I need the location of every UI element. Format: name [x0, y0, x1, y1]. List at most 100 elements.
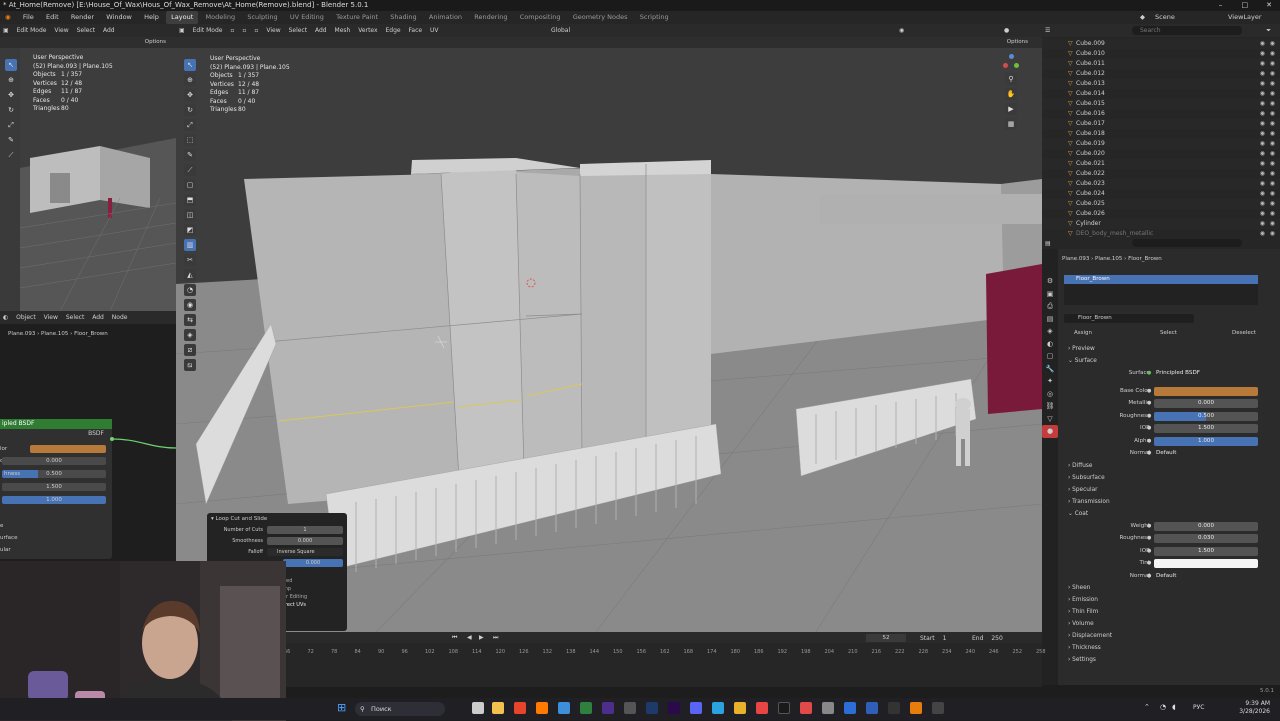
tab-uv-editing[interactable]: UV Editing — [285, 11, 329, 24]
maximize-button[interactable]: □ — [1234, 0, 1256, 11]
constraints-tab-icon[interactable]: ⛓ — [1042, 400, 1058, 413]
node-base-color-swatch[interactable] — [30, 445, 106, 453]
extrude-tool-icon[interactable]: ⬒ — [184, 194, 196, 206]
app-icon[interactable] — [558, 702, 570, 714]
current-frame-field[interactable]: 52 — [866, 634, 906, 642]
visibility-eye-icon[interactable]: ◉ — [1270, 149, 1275, 159]
edge-select-icon[interactable]: ▫ — [239, 24, 249, 37]
render-tab-icon[interactable]: ▣ — [1042, 288, 1058, 301]
jump-end-icon[interactable]: ⏭ — [490, 631, 501, 644]
app-icon[interactable] — [822, 702, 834, 714]
physics-tab-icon[interactable]: ◎ — [1042, 388, 1058, 401]
node-editor[interactable]: ◐ Object View Select Add Node Plane.093 … — [0, 311, 176, 561]
list-item[interactable]: ▽ Cube.012 ◉ ◉ — [1042, 69, 1280, 79]
menu-mesh[interactable]: Mesh — [332, 24, 354, 37]
menu-node[interactable]: Node — [109, 311, 131, 324]
editor-type-icon[interactable]: ▣ — [176, 24, 188, 37]
app-icon[interactable] — [800, 702, 812, 714]
visibility-camera-icon[interactable]: ◉ — [1260, 189, 1265, 199]
app-icon[interactable] — [888, 702, 900, 714]
visibility-eye-icon[interactable]: ◉ — [1270, 189, 1275, 199]
node-mode-dropdown[interactable]: Object — [13, 311, 39, 324]
filter-icon[interactable]: ⏷ — [1263, 24, 1274, 37]
app-icon[interactable] — [756, 702, 768, 714]
axis-gizmo-icon[interactable] — [1003, 54, 1019, 70]
properties-search[interactable] — [1132, 239, 1242, 247]
menu-view[interactable]: View — [41, 311, 61, 324]
visibility-eye-icon[interactable]: ◉ — [1270, 129, 1275, 139]
visibility-camera-icon[interactable]: ◉ — [1260, 69, 1265, 79]
edge-slide-tool-icon[interactable]: ⇆ — [184, 314, 196, 326]
menu-add[interactable]: Add — [312, 24, 330, 37]
menu-add[interactable]: Add — [100, 24, 118, 37]
breadcrumb-mesh[interactable]: Plane.105 — [41, 331, 68, 337]
tool-tab-icon[interactable]: ⚙ — [1042, 275, 1058, 288]
list-item[interactable]: ▽ Cube.011 ◉ ◉ — [1042, 59, 1280, 69]
visibility-eye-icon[interactable]: ◉ — [1270, 219, 1275, 229]
object-tab-icon[interactable]: ▢ — [1042, 350, 1058, 363]
smooth-tool-icon[interactable]: ◉ — [184, 299, 196, 311]
visibility-camera-icon[interactable]: ◉ — [1260, 149, 1265, 159]
shear-tool-icon[interactable]: ⧄ — [184, 344, 196, 356]
visibility-camera-icon[interactable]: ◉ — [1260, 139, 1265, 149]
tab-modeling[interactable]: Modeling — [201, 11, 241, 24]
metallic-field[interactable]: 0.000 — [1154, 399, 1258, 408]
operator-title[interactable]: ▾ Loop Cut and Slide — [207, 513, 347, 525]
visibility-camera-icon[interactable]: ◉ — [1260, 169, 1265, 179]
section-specular[interactable]: › Specular — [1058, 484, 1280, 496]
transform-orientation-dropdown[interactable]: Global — [548, 24, 573, 37]
cursor-tool-icon[interactable]: ⊕ — [184, 74, 196, 86]
number-of-cuts-field[interactable]: 1 — [267, 526, 343, 534]
properties-editor[interactable]: ▤ ⚙ ▣ ⎙ ▤ ◈ ◐ ▢ 🔧 ✦ ◎ ⛓ ▽ ● Plane.093 › … — [1042, 237, 1280, 685]
visibility-eye-icon[interactable]: ◉ — [1270, 59, 1275, 69]
view-layer-tab-icon[interactable]: ▤ — [1042, 313, 1058, 326]
base-color-swatch[interactable] — [1154, 386, 1258, 396]
rip-tool-icon[interactable]: ⧅ — [184, 359, 196, 371]
chrome-icon[interactable] — [734, 702, 746, 714]
operator-extra-3[interactable]: or Editing — [283, 593, 347, 601]
app-icon[interactable] — [580, 702, 592, 714]
operator-extra-2[interactable]: mp — [283, 585, 347, 593]
material-slot-selected[interactable]: Floor_Brown — [1064, 275, 1258, 284]
section-thin-film[interactable]: › Thin Film — [1058, 606, 1280, 618]
list-item[interactable]: ▽ Cube.019 ◉ ◉ — [1042, 139, 1280, 149]
tab-texture-paint[interactable]: Texture Paint — [331, 11, 383, 24]
menu-uv[interactable]: UV — [427, 24, 442, 37]
breadcrumb-material[interactable]: Floor_Brown — [1128, 256, 1162, 262]
list-item[interactable]: ▽ Cube.024 ◉ ◉ — [1042, 189, 1280, 199]
node-metallic-field[interactable]: 0.000 — [2, 457, 106, 465]
tray-chevron-icon[interactable]: ⌃ — [1144, 703, 1150, 711]
app-icon[interactable] — [602, 702, 614, 714]
jump-start-icon[interactable]: ⏮ — [449, 631, 460, 644]
modifiers-tab-icon[interactable]: 🔧 — [1042, 363, 1058, 376]
play-reverse-icon[interactable]: ◀ — [464, 631, 475, 644]
falloff-dropdown[interactable]: Inverse Square — [267, 548, 343, 556]
rotate-tool-icon[interactable]: ↻ — [5, 104, 17, 116]
material-name-field[interactable]: Floor_Brown — [1064, 314, 1194, 323]
navigation-gizmo[interactable]: ⚲ ✋ ▶ ▦ — [996, 54, 1026, 133]
principled-bsdf-node[interactable]: ipled BSDF BSDF lor c 0.000 hness0.500 1… — [0, 419, 112, 559]
section-thickness[interactable]: › Thickness — [1058, 642, 1280, 654]
visibility-eye-icon[interactable]: ◉ — [1270, 179, 1275, 189]
visibility-eye-icon[interactable]: ◉ — [1270, 39, 1275, 49]
app-icon[interactable] — [866, 702, 878, 714]
menu-window[interactable]: Window — [101, 11, 137, 24]
steam-icon[interactable] — [778, 702, 790, 714]
visibility-camera-icon[interactable]: ◉ — [1260, 79, 1265, 89]
list-item[interactable]: ▽ Cube.026 ◉ ◉ — [1042, 209, 1280, 219]
move-tool-icon[interactable]: ✥ — [5, 89, 17, 101]
browser-icon[interactable] — [514, 702, 526, 714]
list-item[interactable]: ▽ Cube.022 ◉ ◉ — [1042, 169, 1280, 179]
task-view-icon[interactable] — [472, 702, 484, 714]
editor-type-icon[interactable]: ◐ — [0, 311, 11, 324]
visibility-camera-icon[interactable]: ◉ — [1260, 119, 1265, 129]
left-viewport[interactable]: ▣ Edit Mode View Select Add Options User… — [0, 24, 176, 311]
menu-select[interactable]: Select — [74, 24, 99, 37]
roughness-field[interactable]: 0.500 — [1154, 411, 1258, 421]
normal-field[interactable]: Default — [1154, 449, 1258, 458]
annotate-tool-icon[interactable]: ✎ — [184, 149, 196, 161]
tab-scripting[interactable]: Scripting — [635, 11, 674, 24]
list-item[interactable]: ▽ Cube.016 ◉ ◉ — [1042, 109, 1280, 119]
bevel-tool-icon[interactable]: ◩ — [184, 224, 196, 236]
world-tab-icon[interactable]: ◐ — [1042, 338, 1058, 351]
